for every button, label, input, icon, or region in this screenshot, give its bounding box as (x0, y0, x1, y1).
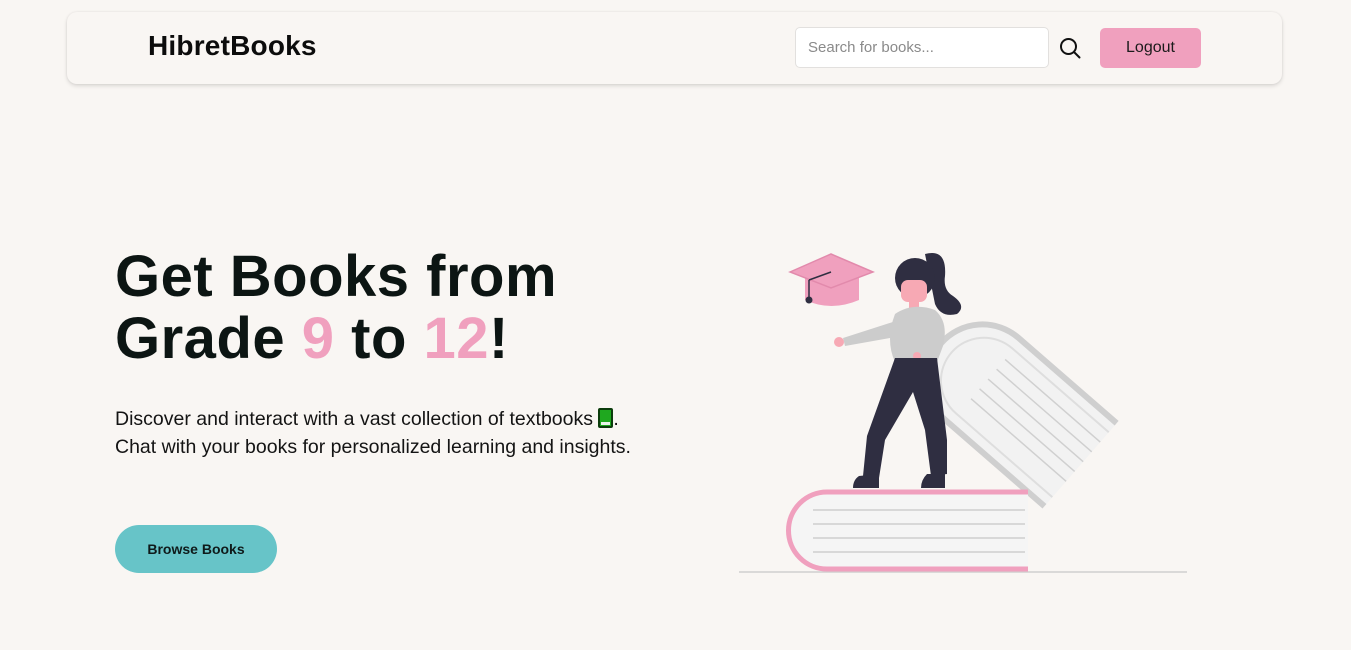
hero-description: Discover and interact with a vast collec… (115, 405, 655, 461)
graduation-cap (788, 253, 875, 306)
search-input[interactable] (795, 27, 1049, 68)
hero-title-line1: Get Books from (115, 244, 558, 309)
hero-title-grade: Grade (115, 306, 302, 371)
navbar: HibretBooks Logout (67, 12, 1282, 84)
brand-logo[interactable]: HibretBooks (148, 30, 317, 62)
lying-book (786, 489, 1028, 572)
green-book-icon (598, 408, 614, 428)
search-icon[interactable] (1057, 35, 1083, 61)
grade-to: 12 (423, 306, 490, 371)
hero-description-part1: Discover and interact with a vast collec… (115, 408, 593, 430)
hero-title: Get Books from Grade 9 to 12! (115, 246, 675, 370)
hero-title-exclaim: ! (489, 306, 509, 371)
hero-illustration (735, 240, 1195, 580)
hero-title-to: to (334, 306, 424, 371)
logout-button[interactable]: Logout (1100, 28, 1201, 68)
browse-books-button[interactable]: Browse Books (115, 525, 277, 573)
grade-from: 9 (301, 306, 335, 371)
